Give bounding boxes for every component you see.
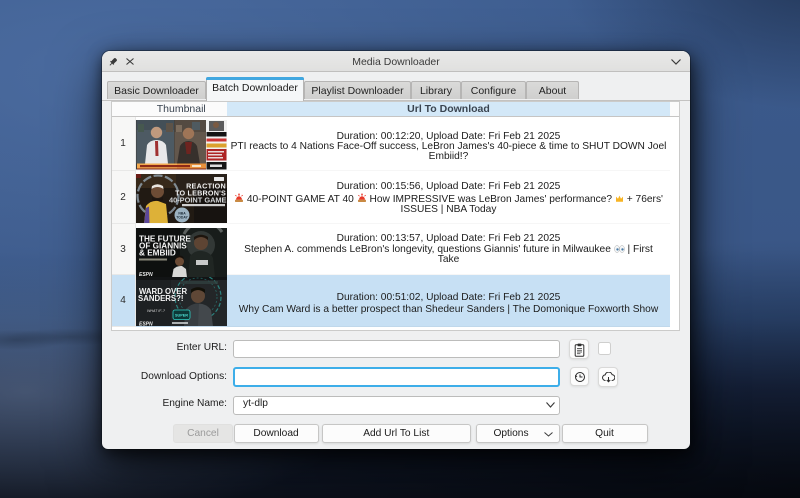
svg-text:40-POINT GAME: 40-POINT GAME — [169, 195, 227, 204]
svg-text:ESPN: ESPN — [139, 321, 153, 326]
svg-text:SUPER: SUPER — [175, 313, 188, 317]
svg-text:& EMBIID: & EMBIID — [139, 248, 176, 257]
svg-text:TODAY: TODAY — [176, 215, 188, 219]
svg-text:SANDERS?!: SANDERS?! — [138, 294, 183, 303]
svg-text:WHAT IF..?: WHAT IF..? — [147, 309, 165, 313]
